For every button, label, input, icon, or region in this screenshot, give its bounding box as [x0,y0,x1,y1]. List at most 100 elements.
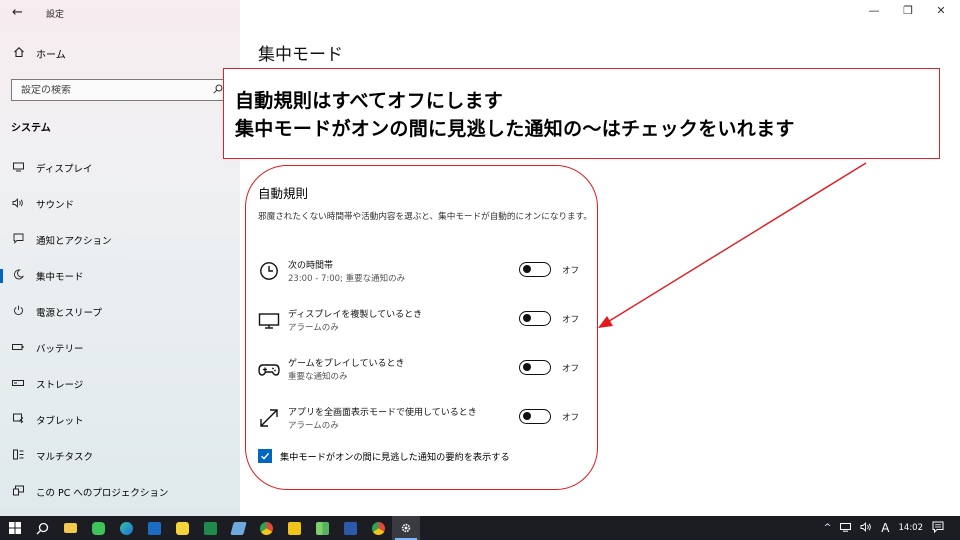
action-center-icon[interactable] [932,521,944,536]
rule-toggle-label: オフ [562,413,580,423]
close-button[interactable]: ✕ [931,4,951,17]
taskbar-app-photos[interactable] [308,516,336,540]
checkmark-icon [261,452,270,460]
arrow-line [605,162,867,324]
page-title: 集中モード [258,45,343,65]
sidebar-item-power[interactable]: 電源とスリープ [0,294,240,330]
sidebar-item-label: ディスプレイ [36,164,93,175]
power-icon [11,305,25,319]
volume-icon[interactable] [860,521,872,535]
taskbar-app-edge[interactable] [112,516,140,540]
search-icon[interactable] [213,84,223,97]
fullscreen-icon [258,407,280,429]
sidebar-item-focus-assist[interactable]: 集中モード [0,258,240,294]
toggle-knob [523,363,531,372]
titlebar-left: ← 設定 [0,0,240,26]
excel-icon [203,521,217,535]
toggle-knob [523,314,531,323]
summary-checkbox[interactable] [258,449,272,463]
emoji-icon [175,521,189,535]
taskbar-app-outlook[interactable] [140,516,168,540]
automatic-rules-description: 邪魔されたくない時間帯や活動内容を選ぶと、集中モードが自動的にオンになります。 [258,212,592,222]
rule-title: 次の時間帯 [288,261,334,271]
sidebar-item-multitasking[interactable]: マルチタスク [0,438,240,474]
taskbar-app-pen[interactable] [224,516,252,540]
sidebar-nav: ディスプレイ サウンド 通知とアクション 集中モード 電源とスリープ バッテリー… [0,150,240,510]
taskbar: ^ A 14:02 [0,516,960,540]
word-icon [343,521,357,535]
taskbar-app-line[interactable] [84,516,112,540]
rule-subtitle: アラームのみ [288,323,339,333]
projection-icon [11,485,25,499]
start-button[interactable] [2,516,28,540]
sidebar-item-label: ストレージ [36,380,84,391]
taskbar-search-button[interactable] [28,516,56,540]
sidebar-item-tablet[interactable]: タブレット [0,402,240,438]
automatic-rules-heading: 自動規則 [258,186,309,201]
settings-search-box[interactable] [11,79,230,101]
section-title: システム [11,123,51,134]
restore-button[interactable]: ❐ [898,4,918,17]
rule-toggle-switch[interactable] [519,311,551,326]
chrome-icon [259,521,273,535]
moon-icon [11,269,25,283]
rule-toggle-switch[interactable] [519,360,551,375]
photos-icon [315,521,329,535]
summary-checkbox-row[interactable]: 集中モードがオンの間に見逃した通知の要約を表示する [258,449,510,463]
home-label: ホーム [36,50,66,61]
rule-title: ゲームをプレイしているとき [288,359,405,369]
rule-toggle-switch[interactable] [519,409,551,424]
tablet-icon [11,413,25,427]
taskbar-app-settings[interactable] [392,516,420,540]
notes-icon [287,521,301,535]
system-tray: ^ A 14:02 [824,516,960,540]
clock[interactable]: 14:02 [899,523,924,533]
sidebar-item-sound[interactable]: サウンド [0,186,240,222]
home-link[interactable]: ホーム [12,46,66,61]
battery-icon [11,343,25,354]
outlook-icon [147,521,161,535]
edge-icon [119,521,133,535]
app-title: 設定 [46,10,65,20]
sidebar: ← 設定 ホーム システム ディスプレイ サウンド [0,0,240,516]
network-icon[interactable] [840,522,852,535]
summary-checkbox-label: 集中モードがオンの間に見逃した通知の要約を表示する [280,452,510,463]
sidebar-item-label: バッテリー [36,344,84,355]
tray-overflow-chevron[interactable]: ^ [824,523,832,533]
chrome-icon [371,521,385,535]
rule-subtitle: 重要な通知のみ [288,372,348,382]
rule-fullscreen-app[interactable]: アプリを全画面表示モードで使用しているとき アラームのみ オフ [258,405,588,439]
taskbar-app-chrome-2[interactable] [364,516,392,540]
sidebar-item-battery[interactable]: バッテリー [0,330,240,366]
sidebar-item-label: 通知とアクション [36,236,112,247]
gear-icon [401,523,411,533]
rule-during-these-times[interactable]: 次の時間帯 23:00 - 7:00; 重要な通知のみ オフ [258,258,588,292]
home-icon [12,46,26,61]
sidebar-item-notifications[interactable]: 通知とアクション [0,222,240,258]
toggle-knob [523,265,531,274]
rule-duplicating-display[interactable]: ディスプレイを複製しているとき アラームのみ オフ [258,307,588,341]
rule-toggle-switch[interactable] [519,262,551,277]
pen-icon [229,521,247,535]
sidebar-item-label: 電源とスリープ [36,308,102,319]
sidebar-item-storage[interactable]: ストレージ [0,366,240,402]
line-icon [91,521,105,535]
back-button[interactable]: ← [12,5,23,20]
minimize-button[interactable]: — [864,4,884,17]
ime-indicator[interactable]: A [881,521,889,535]
rule-playing-game[interactable]: ゲームをプレイしているとき 重要な通知のみ オフ [258,356,588,390]
sidebar-item-display[interactable]: ディスプレイ [0,150,240,186]
sidebar-item-label: この PC へのプロジェクション [36,488,169,499]
sidebar-item-label: サウンド [36,200,75,211]
taskbar-app-excel[interactable] [196,516,224,540]
search-input[interactable] [21,84,206,96]
rule-subtitle: アラームのみ [288,421,339,431]
gamepad-icon [258,358,280,380]
taskbar-app-notes[interactable] [280,516,308,540]
taskbar-app-file-explorer[interactable] [56,516,84,540]
folder-icon [63,523,77,533]
sidebar-item-projection[interactable]: この PC へのプロジェクション [0,474,240,510]
taskbar-app-chrome[interactable] [252,516,280,540]
taskbar-app-word[interactable] [336,516,364,540]
taskbar-app-sticky[interactable] [168,516,196,540]
